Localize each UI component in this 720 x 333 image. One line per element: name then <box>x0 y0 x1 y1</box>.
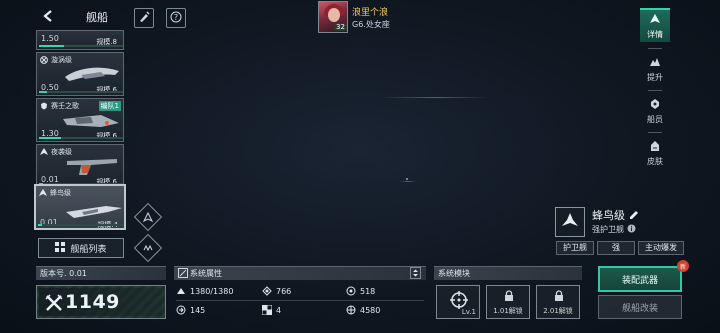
module-slot[interactable]: Lv.1 <box>436 285 480 319</box>
info-icon[interactable] <box>627 224 636 235</box>
range-icon <box>346 305 356 315</box>
sort-icon <box>143 243 153 253</box>
shield-icon <box>346 286 356 296</box>
module-slot-locked[interactable]: 1.01解锁 <box>486 285 530 319</box>
attributes-title: 系统属性 <box>190 269 222 278</box>
crew-icon <box>649 98 661 112</box>
new-badge: 新 <box>677 260 689 272</box>
attr-shield: 518 <box>346 286 375 296</box>
fleet-list-button[interactable]: 舰船列表 <box>38 238 124 258</box>
player-level-badge: 32 <box>334 23 347 31</box>
filter-icon <box>143 212 153 222</box>
combat-power: 1149 <box>36 285 166 319</box>
background-star <box>406 178 408 180</box>
skin-icon <box>649 140 661 154</box>
ship-name: 蜂鸟级 <box>50 189 71 197</box>
page-title: 舰船 <box>86 11 108 24</box>
svg-text:?: ? <box>174 13 178 22</box>
module-slot-locked[interactable]: 2.01解锁 <box>536 285 580 319</box>
tab-skin[interactable]: 皮肤 <box>640 136 670 170</box>
ship-tag: 强 <box>597 241 635 255</box>
attr-speed: 145 <box>176 305 205 315</box>
ship-card[interactable]: 夜袭级 0.01 规模.6 <box>36 144 124 188</box>
attr-hull: 1380/1380 <box>176 286 233 296</box>
rename-button[interactable] <box>134 8 154 28</box>
ship-class-badge <box>555 207 585 237</box>
attr-slot: 4 <box>262 305 281 315</box>
detail-icon <box>649 13 661 27</box>
ship-title: 蜂鸟级 <box>592 207 639 223</box>
tab-divider <box>648 90 662 91</box>
ship-refit-button[interactable]: 舰船改装 <box>598 295 682 319</box>
tab-upgrade[interactable]: 提升 <box>640 52 670 86</box>
edit-icon[interactable] <box>629 210 639 223</box>
equip-weapons-button[interactable]: 装配武器 <box>598 266 682 292</box>
ship-thumbnail <box>66 206 122 218</box>
ship-tag: 护卫舰 <box>556 241 594 255</box>
attr-range: 4580 <box>346 305 380 315</box>
background-streak <box>380 97 490 98</box>
ship-version: 1.50 <box>41 34 59 43</box>
ship-tag: 主动爆发 <box>638 241 684 255</box>
tab-crew[interactable]: 船员 <box>640 94 670 128</box>
attributes-header: 系统属性 <box>174 266 426 280</box>
tab-detail[interactable]: 详情 <box>640 8 670 42</box>
player-location: G6.处女座 <box>352 20 390 29</box>
fleet-list-label: 舰船列表 <box>70 244 107 255</box>
help-icon: ? <box>170 11 182 26</box>
back-button[interactable] <box>38 8 58 26</box>
attr-armor: 766 <box>262 286 291 296</box>
fighter-class-icon <box>561 212 579 233</box>
ship-scale: 规模.6 <box>96 86 117 94</box>
ship-thumbnail <box>67 159 117 175</box>
ship-card[interactable]: 漩涡级 0.50 规模.6 <box>36 52 124 96</box>
ship-card[interactable]: 赛壬之歌 编队1 1.30 规模.6 <box>36 98 124 142</box>
tab-divider <box>648 132 662 133</box>
diagonal-icon <box>178 268 188 281</box>
speed-icon <box>176 305 186 315</box>
ship-card-selected[interactable]: 蜂鸟级 0.01 规模.4 <box>34 184 126 230</box>
slot-icon <box>262 305 272 315</box>
cancel-icon <box>40 56 48 64</box>
attributes-divider <box>176 300 424 301</box>
ship-type: 强护卫舰 <box>592 224 636 235</box>
lock-icon <box>504 290 514 305</box>
grid-icon <box>55 241 66 255</box>
lock-icon <box>554 290 564 305</box>
sort-button[interactable] <box>133 233 163 263</box>
ship-thumbnail <box>63 115 119 127</box>
ship-progress <box>39 45 123 47</box>
player-name: 浪里个浪 <box>352 8 389 18</box>
background-streak <box>400 181 416 182</box>
module-level: Lv.1 <box>461 308 476 316</box>
tab-divider <box>648 48 662 49</box>
armor-icon <box>262 286 272 296</box>
chevron-left-icon <box>41 9 55 26</box>
combat-power-value: 1149 <box>65 291 120 313</box>
module-unlock-label: 2.01解锁 <box>543 307 573 315</box>
ship-progress <box>39 137 123 139</box>
brush-icon <box>138 10 150 26</box>
ship-scale: 规模.6 <box>96 132 117 140</box>
module-unlock-label: 1.01解锁 <box>493 307 523 315</box>
ship-class-icon <box>39 189 47 197</box>
expand-toggle-icon[interactable] <box>410 267 421 282</box>
ship-card[interactable]: 1.50 规模.8 <box>36 30 124 50</box>
ship-progress <box>39 91 123 93</box>
crossed-swords-icon <box>45 294 63 315</box>
shield-class-icon <box>40 102 48 110</box>
version-label: 版本号. 0.01 <box>36 266 166 280</box>
help-button[interactable]: ? <box>166 8 186 28</box>
ship-class-icon <box>40 148 48 156</box>
upgrade-icon <box>649 56 661 70</box>
ship-thumbnail <box>65 67 119 81</box>
modules-header: 系统模块 <box>434 266 582 280</box>
hull-icon <box>176 286 186 296</box>
ship-progress <box>38 224 124 226</box>
filter-button[interactable] <box>133 202 163 232</box>
